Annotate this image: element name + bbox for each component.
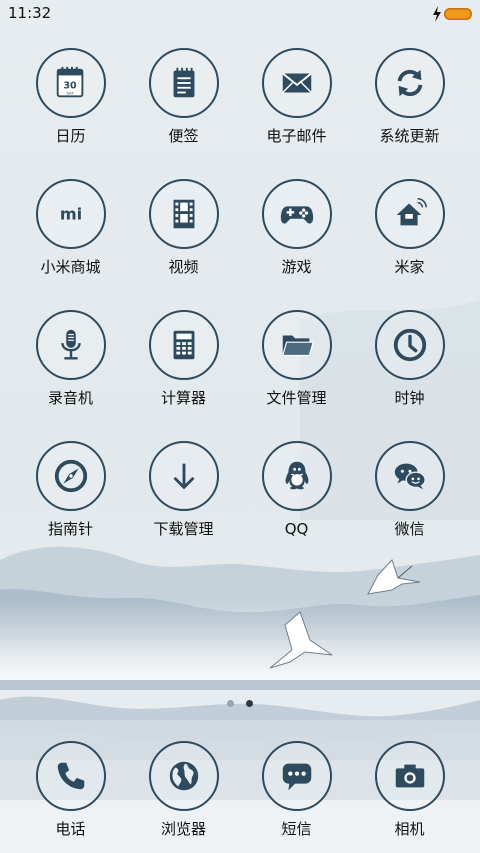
app-email[interactable]: 电子邮件: [240, 48, 353, 146]
app-label: 电子邮件: [266, 127, 327, 145]
qq-penguin-icon: [261, 441, 332, 511]
app-video[interactable]: 视频: [127, 179, 240, 277]
app-label: 视频: [168, 258, 199, 276]
app-wechat[interactable]: 微信: [353, 441, 466, 539]
app-label: 计算器: [160, 389, 206, 407]
app-label: 便签: [168, 127, 199, 145]
chat-bubble-icon: [261, 741, 332, 811]
app-label: 相机: [394, 820, 425, 838]
globe-icon: [148, 741, 219, 811]
app-label: 日历: [55, 127, 86, 145]
app-mi-home[interactable]: 米家: [353, 179, 466, 277]
app-recorder[interactable]: 录音机: [14, 310, 127, 408]
app-label: 指南针: [47, 520, 93, 538]
status-bar: 11:32: [0, 0, 480, 28]
page-indicator: [0, 700, 480, 710]
app-qq[interactable]: QQ: [240, 441, 353, 539]
app-system-update[interactable]: 系统更新: [353, 48, 466, 146]
app-mi-store[interactable]: mi 小米商城: [14, 179, 127, 277]
app-calculator[interactable]: 计算器: [127, 310, 240, 408]
camera-icon: [374, 741, 445, 811]
dock-phone[interactable]: 电话: [14, 741, 127, 839]
film-strip-icon: [148, 179, 219, 249]
app-label: 文件管理: [266, 389, 327, 407]
battery-icon: [444, 8, 472, 20]
wechat-icon: [374, 441, 445, 511]
app-label: 短信: [281, 820, 312, 838]
app-label: 下载管理: [153, 520, 214, 538]
dock-camera[interactable]: 相机: [353, 741, 466, 839]
app-label: 米家: [394, 258, 425, 276]
clock-time: 11:32: [8, 4, 52, 22]
download-arrow-icon: [148, 441, 219, 511]
app-label: 时钟: [394, 389, 425, 407]
phone-icon: [35, 741, 106, 811]
app-notes[interactable]: 便签: [127, 48, 240, 146]
gamepad-icon: [261, 179, 332, 249]
clock-icon: [374, 310, 445, 380]
app-downloads[interactable]: 下载管理: [127, 441, 240, 539]
app-clock[interactable]: 时钟: [353, 310, 466, 408]
app-label: 微信: [394, 520, 425, 538]
app-label: 游戏: [281, 258, 312, 276]
calculator-icon: [148, 310, 219, 380]
app-label: 录音机: [47, 389, 93, 407]
app-file-manager[interactable]: 文件管理: [240, 310, 353, 408]
mi-logo-icon: mi: [35, 179, 106, 249]
microphone-icon: [35, 310, 106, 380]
envelope-icon: [261, 48, 332, 118]
notepad-icon: [148, 48, 219, 118]
calendar-icon-weekday: SAT: [66, 90, 74, 95]
app-label: 系统更新: [379, 127, 440, 145]
app-compass[interactable]: 指南针: [14, 441, 127, 539]
charging-icon: [433, 6, 441, 22]
app-label: 浏览器: [160, 820, 206, 838]
folder-icon: [261, 310, 332, 380]
mi-logo-text: mi: [59, 205, 81, 224]
page-dot-2-active[interactable]: [246, 700, 253, 707]
calendar-icon: 30 SAT: [35, 48, 106, 118]
dock-messages[interactable]: 短信: [240, 741, 353, 839]
app-games[interactable]: 游戏: [240, 179, 353, 277]
compass-icon: [35, 441, 106, 511]
page-dot-1[interactable]: [227, 700, 234, 707]
dock-browser[interactable]: 浏览器: [127, 741, 240, 839]
smart-home-icon: [374, 179, 445, 249]
app-label: QQ: [284, 520, 309, 538]
app-label: 电话: [55, 820, 86, 838]
refresh-icon: [374, 48, 445, 118]
app-label: 小米商城: [40, 258, 101, 276]
app-calendar[interactable]: 30 SAT 日历: [14, 48, 127, 146]
